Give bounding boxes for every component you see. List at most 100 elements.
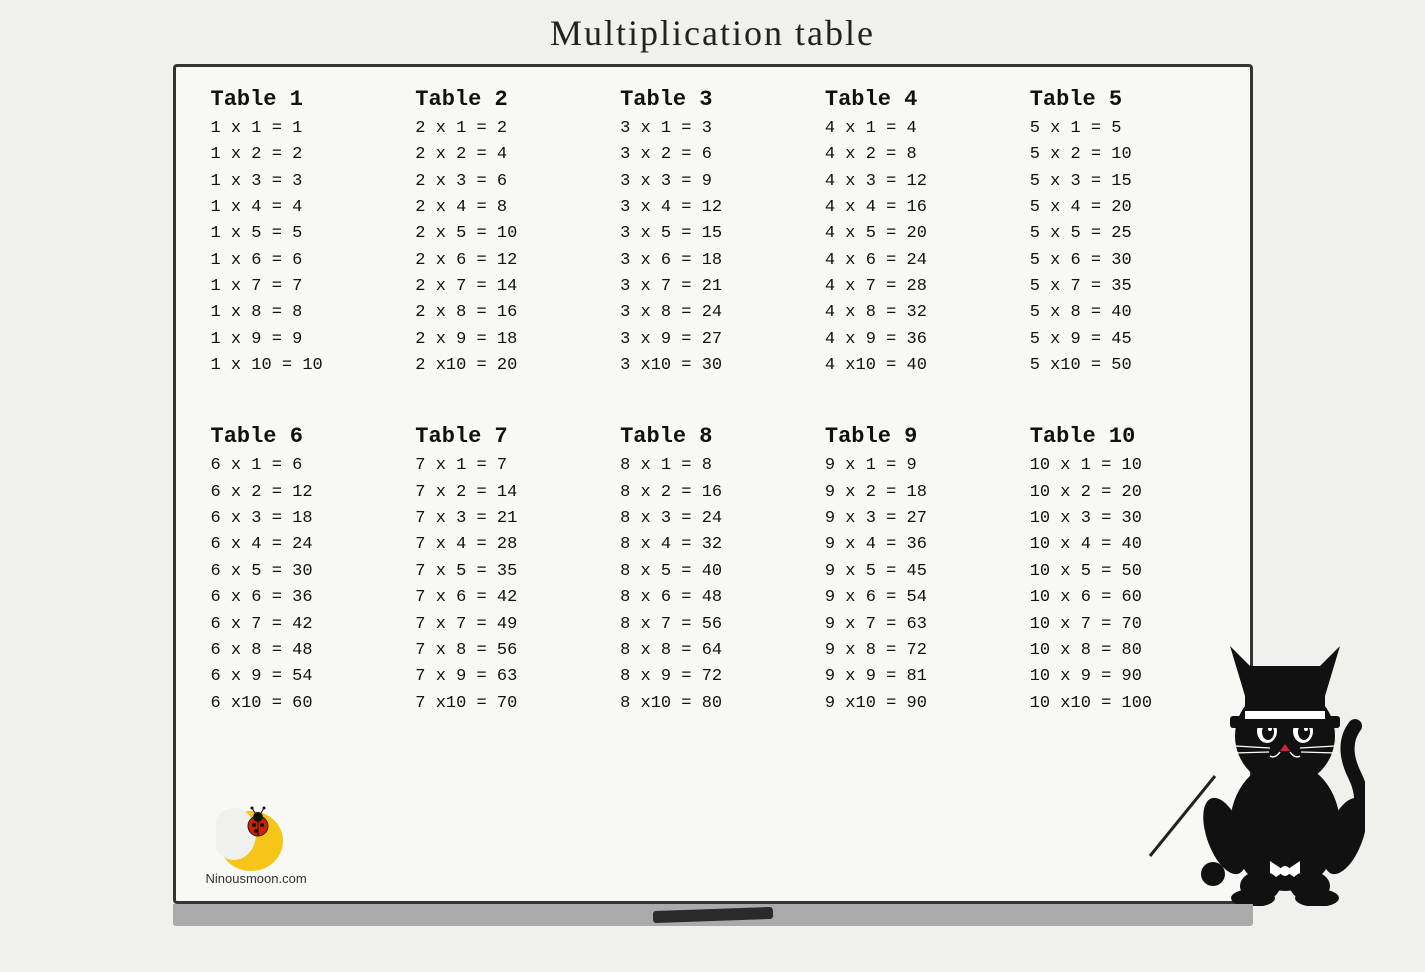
table-row-3-7: 3 x 7 = 21 <box>620 274 805 300</box>
table-row-9-7: 9 x 7 = 63 <box>825 612 1010 638</box>
table-row-4-9: 4 x 9 = 36 <box>825 327 1010 353</box>
table-row-5-10: 5 x10 = 50 <box>1030 353 1215 379</box>
table-row-1-10: 1 x 10 = 10 <box>211 353 396 379</box>
table-row-7-10: 7 x10 = 70 <box>415 691 600 717</box>
table-row-3-5: 3 x 5 = 15 <box>620 221 805 247</box>
table-row-2-2: 2 x 2 = 4 <box>415 142 600 168</box>
table-row-6-8: 6 x 8 = 48 <box>211 638 396 664</box>
table-row-6-10: 6 x10 = 60 <box>211 691 396 717</box>
table-section-2: Table 2 2 x 1 = 22 x 2 = 42 x 3 = 62 x 4 … <box>410 87 605 379</box>
table-row-5-9: 5 x 9 = 45 <box>1030 327 1215 353</box>
table-row-4-2: 4 x 2 = 8 <box>825 142 1010 168</box>
table-row-10-6: 10 x 6 = 60 <box>1030 585 1215 611</box>
table-row-6-2: 6 x 2 = 12 <box>211 480 396 506</box>
table-section-4: Table 4 4 x 1 = 44 x 2 = 84 x 3 = 124 x 4… <box>820 87 1015 379</box>
table-row-5-1: 5 x 1 = 5 <box>1030 116 1215 142</box>
table-row-7-6: 7 x 6 = 42 <box>415 585 600 611</box>
table-row-7-2: 7 x 2 = 14 <box>415 480 600 506</box>
table-row-5-5: 5 x 5 = 25 <box>1030 221 1215 247</box>
blackboard-wrapper: Table 11 x 1 = 11 x 2 = 21 x 3 = 31 x 4 … <box>153 64 1273 934</box>
table-row-4-3: 4 x 3 = 12 <box>825 169 1010 195</box>
table-row-3-10: 3 x10 = 30 <box>620 353 805 379</box>
table-row-10-4: 10 x 4 = 40 <box>1030 532 1215 558</box>
chalk-tray <box>173 904 1253 926</box>
table-row-1-1: 1 x 1 = 1 <box>211 116 396 142</box>
table-row-2-5: 2 x 5 = 10 <box>415 221 600 247</box>
table-row-2-3: 2 x 3 = 6 <box>415 169 600 195</box>
table-header-1: Table 1 <box>211 87 396 112</box>
table-row-9-10: 9 x10 = 90 <box>825 691 1010 717</box>
table-row-4-7: 4 x 7 = 28 <box>825 274 1010 300</box>
table-section-7: Table 7 7 x 1 = 77 x 2 = 147 x 3 = 21 7 x … <box>410 424 605 716</box>
table-row-4-10: 4 x10 = 40 <box>825 353 1010 379</box>
table-row-9-2: 9 x 2 = 18 <box>825 480 1010 506</box>
logo-area: Ninousmoon.com <box>206 796 307 886</box>
table-row-10-1: 10 x 1 = 10 <box>1030 453 1215 479</box>
table-row-4-1: 4 x 1 = 4 <box>825 116 1010 142</box>
table-row-2-4: 2 x 4 = 8 <box>415 195 600 221</box>
table-header-3: Table 3 <box>620 87 805 112</box>
table-row-6-3: 6 x 3 = 18 <box>211 506 396 532</box>
table-row-6-1: 6 x 1 = 6 <box>211 453 396 479</box>
table-row-9-5: 9 x 5 = 45 <box>825 559 1010 585</box>
table-header-7: Table 7 <box>415 424 600 449</box>
table-row-8-10: 8 x10 = 80 <box>620 691 805 717</box>
table-row-7-7: 7 x 7 = 49 <box>415 612 600 638</box>
table-header-5: Table 5 <box>1030 87 1215 112</box>
top-tables-section: Table 11 x 1 = 11 x 2 = 21 x 3 = 31 x 4 … <box>206 87 1220 379</box>
table-row-10-5: 10 x 5 = 50 <box>1030 559 1215 585</box>
table-row-9-8: 9 x 8 = 72 <box>825 638 1010 664</box>
table-row-2-9: 2 x 9 = 18 <box>415 327 600 353</box>
table-row-2-1: 2 x 1 = 2 <box>415 116 600 142</box>
table-row-5-2: 5 x 2 = 10 <box>1030 142 1215 168</box>
table-row-8-9: 8 x 9 = 72 <box>620 664 805 690</box>
table-row-7-3: 7 x 3 = 21 <box>415 506 600 532</box>
table-row-3-4: 3 x 4 = 12 <box>620 195 805 221</box>
table-row-5-8: 5 x 8 = 40 <box>1030 300 1215 326</box>
table-row-9-4: 9 x 4 = 36 <box>825 532 1010 558</box>
table-header-6: Table 6 <box>211 424 396 449</box>
table-section-5: Table 5 5 x 1 = 55 x 2 = 105 x 3 = 15 5 x … <box>1025 87 1220 379</box>
table-row-3-2: 3 x 2 = 6 <box>620 142 805 168</box>
table-row-2-10: 2 x10 = 20 <box>415 353 600 379</box>
table-row-7-1: 7 x 1 = 7 <box>415 453 600 479</box>
table-section-8: Table 88 x 1 = 88 x 2 = 168 x 3 = 248 x … <box>615 424 810 716</box>
table-row-8-8: 8 x 8 = 64 <box>620 638 805 664</box>
table-row-2-7: 2 x 7 = 14 <box>415 274 600 300</box>
table-section-3: Table 3 3 x 1 = 33 x 2 = 63 x 3 = 93 x 4 … <box>615 87 810 379</box>
table-row-7-5: 7 x 5 = 35 <box>415 559 600 585</box>
table-row-5-3: 5 x 3 = 15 <box>1030 169 1215 195</box>
chalk-icon <box>652 907 772 923</box>
table-row-9-1: 9 x 1 = 9 <box>825 453 1010 479</box>
table-row-7-9: 7 x 9 = 63 <box>415 664 600 690</box>
table-row-8-5: 8 x 5 = 40 <box>620 559 805 585</box>
table-header-4: Table 4 <box>825 87 1010 112</box>
table-row-3-6: 3 x 6 = 18 <box>620 248 805 274</box>
table-row-1-5: 1 x 5 = 5 <box>211 221 396 247</box>
table-row-4-5: 4 x 5 = 20 <box>825 221 1010 247</box>
table-row-8-2: 8 x 2 = 16 <box>620 480 805 506</box>
table-header-2: Table 2 <box>415 87 600 112</box>
table-row-8-4: 8 x 4 = 32 <box>620 532 805 558</box>
table-row-8-6: 8 x 6 = 48 <box>620 585 805 611</box>
table-row-5-6: 5 x 6 = 30 <box>1030 248 1215 274</box>
table-row-5-7: 5 x 7 = 35 <box>1030 274 1215 300</box>
table-row-8-7: 8 x 7 = 56 <box>620 612 805 638</box>
table-row-2-6: 2 x 6 = 12 <box>415 248 600 274</box>
table-row-4-4: 4 x 4 = 16 <box>825 195 1010 221</box>
table-row-1-8: 1 x 8 = 8 <box>211 300 396 326</box>
table-row-10-3: 10 x 3 = 30 <box>1030 506 1215 532</box>
table-row-3-1: 3 x 1 = 3 <box>620 116 805 142</box>
table-row-4-6: 4 x 6 = 24 <box>825 248 1010 274</box>
table-row-3-3: 3 x 3 = 9 <box>620 169 805 195</box>
table-row-9-9: 9 x 9 = 81 <box>825 664 1010 690</box>
table-row-2-8: 2 x 8 = 16 <box>415 300 600 326</box>
table-header-9: Table 9 <box>825 424 1010 449</box>
table-section-6: Table 6 6 x 1 = 66 x 2 = 126 x 3 = 18 6 x … <box>206 424 401 716</box>
cat-illustration-icon <box>1145 616 1365 906</box>
table-row-8-3: 8 x 3 = 24 <box>620 506 805 532</box>
table-header-8: Table 8 <box>620 424 805 449</box>
table-row-1-7: 1 x 7 = 7 <box>211 274 396 300</box>
table-section-1: Table 11 x 1 = 11 x 2 = 21 x 3 = 31 x 4 … <box>206 87 401 379</box>
table-row-3-9: 3 x 9 = 27 <box>620 327 805 353</box>
